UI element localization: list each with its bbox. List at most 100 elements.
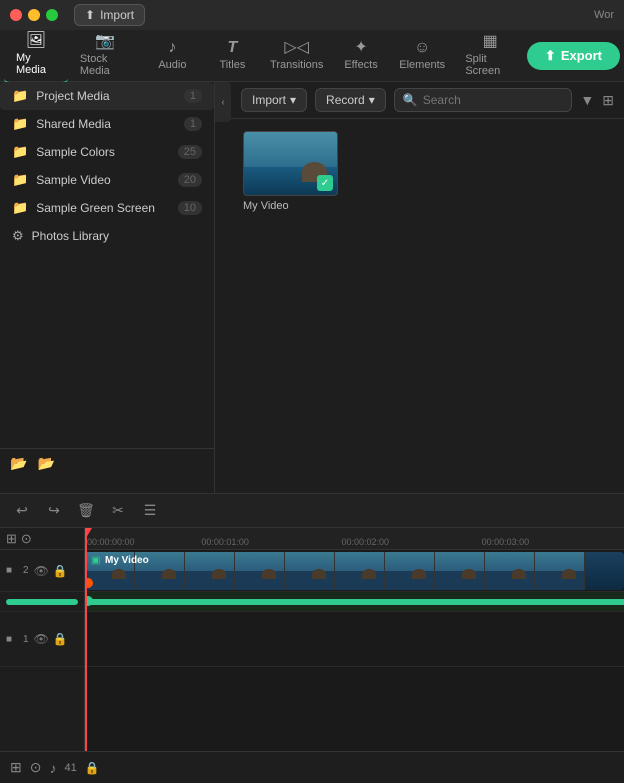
track-controls: ⊞ ⊙ ■ 2 👁 🔒 ■ 1 👁 <box>0 528 85 751</box>
filter-icon[interactable]: ▼ <box>580 92 594 108</box>
media-item-label: My Video <box>243 200 338 212</box>
thumb-check: ✓ <box>317 175 333 191</box>
track-1-icons: 👁 🔒 <box>34 632 68 646</box>
delete-button[interactable]: 🗑 <box>74 499 98 523</box>
sidebar-collapse-arrow[interactable]: ‹ <box>215 82 231 122</box>
add-folder-icon[interactable]: 📂 <box>10 455 27 472</box>
grid-icon[interactable]: ⊞ <box>602 92 614 109</box>
export-icon: ⬆ <box>545 48 556 64</box>
clip-frame-10 <box>535 552 585 590</box>
sidebar-label-sample-colors: Sample Colors <box>36 145 170 159</box>
media-item-my-video[interactable]: ✓ My Video <box>243 131 338 212</box>
timeline-area: ↩ ↪ 🗑 ✂ ☰ ⊞ ⊙ ■ 2 👁 🔒 <box>0 493 624 783</box>
search-icon: 🔍 <box>403 93 418 107</box>
my-media-icon: 🖼 <box>26 33 46 49</box>
clip-frame-8 <box>435 552 485 590</box>
app-title: Wor <box>594 9 614 21</box>
add-track-icon[interactable]: ⊞ <box>6 531 17 547</box>
tab-stock-media[interactable]: 📷 Stock Media <box>68 28 143 83</box>
track-2-row: ▣ My Video <box>85 550 624 592</box>
sidebar-item-project-media[interactable]: 📁 Project Media 1 <box>0 82 214 110</box>
close-button[interactable] <box>10 9 22 21</box>
import-label: Import <box>100 8 134 22</box>
tab-my-media-label: My Media <box>16 52 56 76</box>
thumbnail-my-video: ✓ <box>243 131 338 196</box>
sidebar-count-project-media: 1 <box>184 89 202 103</box>
track-2-icons: 👁 🔒 <box>34 564 68 578</box>
sidebar-label-photos-library: Photos Library <box>32 229 202 243</box>
bottom-link-icon[interactable]: ⊙ <box>30 759 42 776</box>
sidebar-item-sample-video[interactable]: 📁 Sample Video 20 <box>0 166 214 194</box>
folder-icon-4: 📁 <box>12 172 28 188</box>
track-1-controls: ■ 1 👁 🔒 <box>0 612 84 667</box>
search-box[interactable]: 🔍 <box>394 88 573 112</box>
playhead <box>85 528 87 751</box>
sidebar-bottom: 📂 📂 <box>0 448 215 478</box>
bottom-volume-label: 41 <box>64 762 76 774</box>
minimize-button[interactable] <box>28 9 40 21</box>
search-input[interactable] <box>423 93 564 107</box>
track-1-eye-icon[interactable]: 👁 <box>34 632 49 646</box>
cut-button[interactable]: ✂ <box>106 499 130 523</box>
green-bar-ctrl <box>6 599 78 605</box>
sidebar-item-sample-colors[interactable]: 📁 Sample Colors 25 <box>0 138 214 166</box>
sidebar-label-project-media: Project Media <box>36 89 176 103</box>
tab-stock-media-label: Stock Media <box>80 53 131 77</box>
sidebar-item-sample-green-screen[interactable]: 📁 Sample Green Screen 10 <box>0 194 214 222</box>
green-track-controls <box>0 592 84 612</box>
tab-effects[interactable]: ✦ Effects <box>331 34 391 77</box>
timeline-content: ⊞ ⊙ ■ 2 👁 🔒 ■ 1 👁 <box>0 528 624 751</box>
import-media-arrow: ▾ <box>290 93 296 107</box>
tab-split-screen[interactable]: ▦ Split Screen <box>453 28 527 83</box>
sidebar-item-shared-media[interactable]: 📁 Shared Media 1 <box>0 110 214 138</box>
tab-transitions[interactable]: ▷◁ Transitions <box>262 34 331 77</box>
maximize-button[interactable] <box>46 9 58 21</box>
sidebar-count-sample-colors: 25 <box>178 145 202 159</box>
tab-my-media[interactable]: 🖼 My Media <box>4 27 68 84</box>
green-audio-track-row <box>85 592 624 612</box>
track-2-eye-icon[interactable]: 👁 <box>34 564 49 578</box>
track-2-controls: ■ 2 👁 🔒 <box>0 550 84 592</box>
tab-elements[interactable]: ☺ Elements <box>391 34 453 77</box>
import-icon: ⬆ <box>85 8 95 22</box>
track-1-num: 1 <box>23 634 29 645</box>
export-button[interactable]: ⬆ Export <box>527 42 620 70</box>
tab-audio[interactable]: ♪ Audio <box>142 34 202 77</box>
tab-titles[interactable]: T Titles <box>202 34 262 77</box>
traffic-lights <box>10 9 58 21</box>
sidebar-item-photos-library[interactable]: ⚙ Photos Library <box>0 222 214 250</box>
folder-icon-3: 📁 <box>12 144 28 160</box>
sidebar-count-sample-green-screen: 10 <box>178 201 202 215</box>
bottom-volume-icon[interactable]: ♪ <box>49 760 56 776</box>
folder-icon-5: 📁 <box>12 200 28 216</box>
media-toolbar: Import ▾ Record ▾ 🔍 ▼ ⊞ <box>231 82 624 119</box>
redo-button[interactable]: ↪ <box>42 499 66 523</box>
remove-folder-icon[interactable]: 📂 <box>37 455 54 472</box>
link-icon[interactable]: ⊙ <box>21 531 32 547</box>
bottom-lock-icon[interactable]: 🔒 <box>85 761 100 775</box>
time-marker-1: 00:00:01:00 <box>201 537 249 547</box>
track-1-label: ■ <box>6 634 18 645</box>
track-2-num: 2 <box>23 565 29 576</box>
track-2-lock-icon[interactable]: 🔒 <box>53 564 68 578</box>
clip-frame-7 <box>385 552 435 590</box>
import-media-button[interactable]: Import ▾ <box>241 88 307 112</box>
record-button[interactable]: Record ▾ <box>315 88 386 112</box>
effects-icon: ✦ <box>354 40 367 56</box>
video-clip[interactable]: ▣ My Video <box>85 552 624 590</box>
undo-button[interactable]: ↩ <box>10 499 34 523</box>
track-1-lock-icon[interactable]: 🔒 <box>53 632 68 646</box>
add-media-icon[interactable]: ⊞ <box>10 759 22 776</box>
clip-title: My Video <box>105 555 149 566</box>
bottom-controls: ⊞ ⊙ ♪ 41 🔒 <box>0 751 624 783</box>
clip-frames <box>85 552 624 590</box>
import-button[interactable]: ⬆ Import <box>74 4 145 26</box>
stock-media-icon: 📷 <box>95 34 115 50</box>
list-button[interactable]: ☰ <box>138 499 162 523</box>
titlebar: ⬆ Import Wor <box>0 0 624 30</box>
clip-frame-9 <box>485 552 535 590</box>
sidebar-count-shared-media: 1 <box>184 117 202 131</box>
tab-split-screen-label: Split Screen <box>465 53 515 77</box>
green-audio-bar <box>85 599 624 605</box>
split-screen-icon: ▦ <box>483 34 498 50</box>
